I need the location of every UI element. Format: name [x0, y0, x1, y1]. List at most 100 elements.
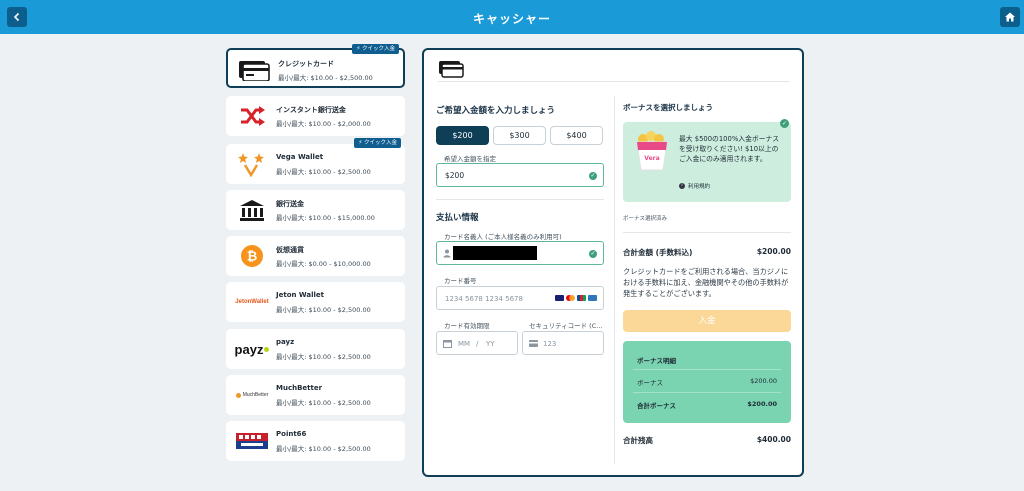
expiry-year-placeholder: YY [486, 340, 495, 348]
card-number-input[interactable]: 1234 5678 1234 5678 [436, 286, 604, 310]
bonus-value: $200.00 [750, 377, 777, 385]
cardholder-redacted [453, 246, 537, 260]
jeton-logo: JetonWallet [235, 299, 269, 305]
cvc-placeholder: 123 [543, 340, 557, 348]
amount-option-200[interactable]: $200 [436, 126, 489, 145]
bonus-selected-note: ボーナス選択済み [623, 216, 668, 222]
home-icon [1005, 12, 1015, 22]
divider [436, 199, 604, 200]
method-range: 最小/最大: $10.00 - $2,500.00 [276, 168, 371, 176]
shuffle-icon [232, 102, 272, 130]
custom-amount-input[interactable]: $200 ✓ [436, 163, 604, 187]
method-name: インスタント銀行送金 [276, 106, 346, 114]
panel-header [438, 60, 790, 82]
quick-deposit-badge: ⚡ クイック入金 [352, 44, 399, 54]
method-name: MuchBetter [276, 384, 323, 392]
jcb-icon [577, 295, 586, 301]
expiry-label: カード有効期限 [444, 322, 490, 330]
method-name: payz [276, 338, 295, 346]
column-divider [614, 96, 615, 464]
bonus-label: ボーナス [637, 379, 663, 387]
total-amount-value: $200.00 [756, 247, 791, 256]
user-icon [443, 249, 451, 258]
method-crypto[interactable]: ₿ 仮想通貨 最小/最大: $0.00 - $10,000.00 [226, 236, 405, 276]
expiry-month-placeholder: MM [458, 340, 471, 348]
summary-title: ボーナス明細 [637, 357, 676, 365]
method-point66[interactable]: Point66 最小/最大: $10.00 - $2,500.00 [226, 421, 405, 461]
method-name: Vega Wallet [276, 153, 324, 161]
method-jeton-wallet[interactable]: JetonWallet Jeton Wallet 最小/最大: $10.00 -… [226, 282, 405, 322]
info-icon: i [679, 183, 685, 189]
cardholder-input[interactable]: ✓ [436, 241, 604, 265]
amount-options: $200 $300 $400 [436, 126, 604, 145]
page-title: キャッシャー [472, 12, 551, 26]
top-bar: キャッシャー [0, 0, 1024, 34]
method-range: 最小/最大: $10.00 - $2,000.00 [276, 120, 371, 128]
cvc-input[interactable]: 123 [522, 331, 604, 355]
deposit-button[interactable]: 入金 [623, 310, 791, 332]
expiry-separator: / [476, 340, 479, 348]
method-name: 仮想通貨 [276, 246, 304, 254]
method-bank-transfer[interactable]: 銀行送金 最小/最大: $10.00 - $15,000.00 [226, 190, 405, 230]
divider [633, 369, 781, 370]
method-name: 銀行送金 [276, 200, 304, 208]
method-name: Point66 [276, 430, 307, 438]
amount-option-300[interactable]: $300 [493, 126, 546, 145]
calendar-icon [443, 340, 452, 348]
divider [633, 392, 781, 393]
method-vega-wallet[interactable]: Vega Wallet 最小/最大: $10.00 - $2,500.00 ⚡ … [226, 138, 405, 184]
method-range: 最小/最大: $0.00 - $10,000.00 [276, 260, 371, 268]
check-icon: ✓ [589, 172, 597, 180]
balance-value: $400.00 [756, 435, 791, 444]
divider [623, 232, 791, 233]
method-range: 最小/最大: $10.00 - $2,500.00 [276, 399, 371, 407]
credit-card-icon [234, 56, 274, 84]
svg-text:Vera: Vera [644, 155, 659, 162]
method-range: 最小/最大: $10.00 - $2,500.00 [276, 306, 371, 314]
method-payz[interactable]: payz payz 最小/最大: $10.00 - $2,500.00 [226, 329, 405, 369]
custom-amount-value: $200 [445, 171, 465, 180]
point66-logo [232, 427, 272, 455]
cardholder-label: カード名義人 (ご本人様名義のみ利用可) [444, 233, 562, 241]
total-bonus-value: $200.00 [747, 400, 777, 408]
card-number-placeholder: 1234 5678 1234 5678 [445, 295, 523, 303]
bonus-section-title: ボーナスを選択しましょう [623, 103, 713, 112]
check-icon: ✓ [589, 250, 597, 258]
terms-label: 利用規約 [688, 184, 711, 190]
mastercard-icon [566, 295, 575, 301]
credit-card-icon [439, 61, 464, 78]
balance-label: 合計残高 [623, 436, 653, 445]
bitcoin-icon: ₿ [232, 242, 272, 270]
quick-deposit-badge: ⚡ クイック入金 [354, 138, 401, 148]
card-back-icon [529, 340, 538, 347]
svg-text:₿: ₿ [247, 250, 258, 265]
home-button[interactable] [1000, 7, 1020, 27]
popcorn-icon: Vera [636, 131, 668, 171]
bonus-breakdown: ボーナス明細 ボーナス $200.00 合計ボーナス $200.00 [623, 341, 791, 423]
payz-logo: payz [232, 335, 272, 363]
payment-section-title: 支払い情報 [436, 213, 479, 223]
deposit-panel: ご希望入金額を入力しましょう $200 $300 $400 希望入金額を指定 $… [422, 48, 804, 477]
vega-wallet-logo [232, 150, 272, 178]
card-brand-icons [555, 295, 597, 301]
bank-icon [232, 196, 272, 224]
method-range: 最小/最大: $10.00 - $2,500.00 [278, 74, 373, 82]
method-instant-bank-transfer[interactable]: インスタント銀行送金 最小/最大: $10.00 - $2,000.00 [226, 96, 405, 136]
method-name: Jeton Wallet [276, 291, 325, 299]
terms-link[interactable]: i 利用規約 [679, 182, 710, 190]
bonus-offer-card[interactable]: ✓ Vera 最大 $500の100%入金ボーナスを受け取りください! $10以… [623, 119, 791, 202]
method-credit-card[interactable]: クレジットカード 最小/最大: $10.00 - $2,500.00 ⚡ クイッ… [226, 44, 405, 88]
fee-notice: クレジットカードをご利用される場合、当カジノにおける手数料に加え、金融機関やその… [623, 267, 789, 298]
cvc-label: セキュリティコード (C... [529, 322, 603, 330]
amount-option-400[interactable]: $400 [550, 126, 603, 145]
method-range: 最小/最大: $10.00 - $15,000.00 [276, 214, 375, 222]
custom-amount-label: 希望入金額を指定 [444, 155, 496, 163]
expiry-input[interactable]: MM / YY [436, 331, 518, 355]
total-bonus-label: 合計ボーナス [637, 402, 676, 410]
method-name: クレジットカード [278, 60, 334, 68]
method-muchbetter[interactable]: MuchBetter MuchBetter 最小/最大: $10.00 - $2… [226, 375, 405, 415]
visa-icon [555, 295, 564, 301]
method-range: 最小/最大: $10.00 - $2,500.00 [276, 445, 371, 453]
muchbetter-logo: MuchBetter [232, 381, 272, 409]
total-amount-label: 合計金額 (手数料込) [623, 248, 693, 257]
